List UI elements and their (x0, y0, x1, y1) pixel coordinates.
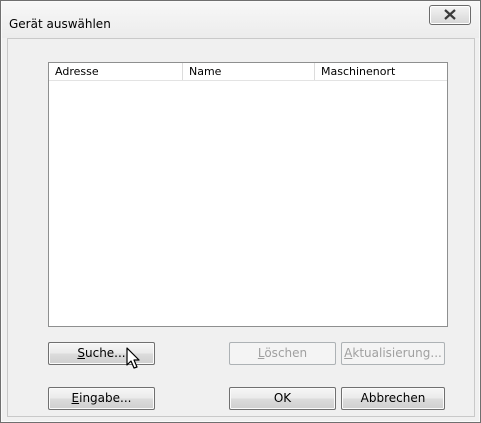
list-header: Adresse Name Maschinenort (49, 63, 447, 81)
ok-button[interactable]: OK (229, 387, 336, 410)
delete-label: öschen (264, 346, 308, 360)
column-header-location[interactable]: Maschinenort (315, 63, 447, 80)
entry-label: ingabe... (79, 391, 132, 405)
update-label: ktualisierung... (352, 346, 442, 360)
delete-button[interactable]: Löschen (229, 342, 336, 365)
mouse-pointer-icon (126, 347, 140, 369)
entry-button[interactable]: Eingabe... (48, 387, 155, 410)
search-label: uche... (84, 346, 126, 360)
title-bar[interactable]: Gerät auswählen (2, 2, 479, 38)
window-title: Gerät auswählen (9, 17, 111, 31)
column-header-address[interactable]: Adresse (49, 63, 183, 80)
device-list[interactable]: Adresse Name Maschinenort (48, 62, 448, 327)
update-button[interactable]: Aktualisierung... (341, 342, 445, 365)
close-icon (444, 9, 456, 20)
close-button[interactable] (429, 5, 471, 25)
column-header-name[interactable]: Name (183, 63, 315, 80)
search-accel: S (77, 346, 85, 360)
cancel-button[interactable]: Abbrechen (341, 387, 445, 410)
entry-accel: E (71, 391, 80, 405)
